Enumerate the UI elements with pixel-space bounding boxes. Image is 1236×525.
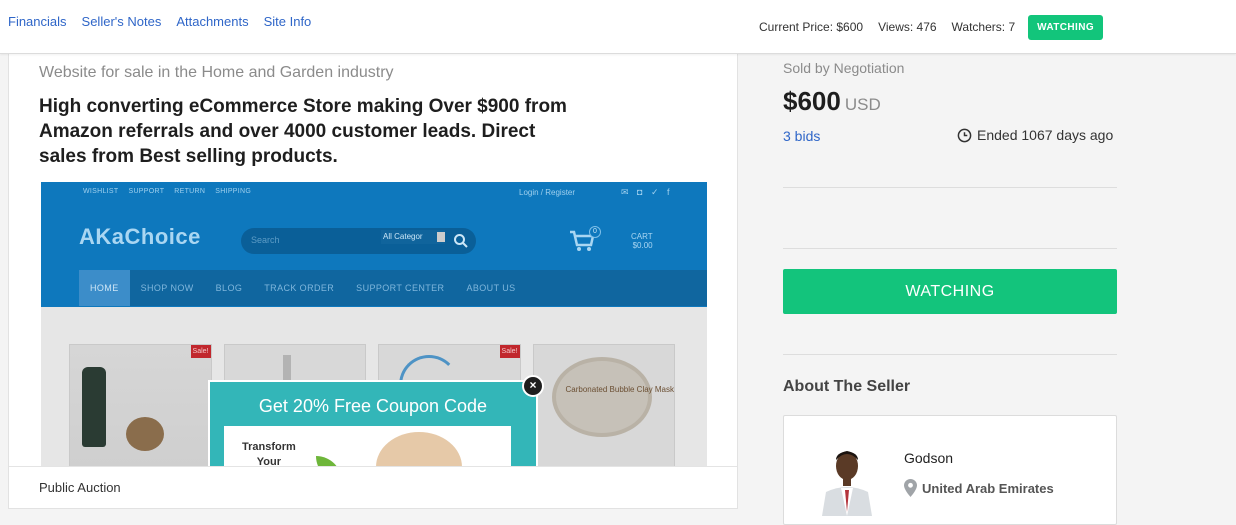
preview-menu-about: ABOUT US: [466, 283, 516, 293]
coupon-popup-text: Transform Your: [242, 441, 296, 468]
coupon-popup: Get 20% Free Coupon Code Transform Your: [208, 380, 538, 468]
divider: [783, 248, 1117, 249]
preview-product-jar: Carbonated Bubble Clay Mask: [532, 344, 675, 468]
preview-product-oil: Sale!: [69, 344, 212, 468]
seller-location-text: United Arab Emirates: [922, 480, 1054, 496]
watching-button[interactable]: WATCHING: [783, 269, 1117, 314]
preview-menu-home: HOME: [79, 270, 130, 306]
jar-label: Carbonated Bubble Clay Mask: [565, 385, 675, 394]
watchers-stat: Watchers: 7: [951, 20, 1016, 34]
tab-financials[interactable]: Financials: [8, 14, 67, 29]
tab-attachments[interactable]: Attachments: [176, 14, 248, 29]
product-bottle-image: [82, 367, 106, 447]
model-face-image: [376, 432, 462, 468]
preview-cart-label: CART: [631, 232, 653, 241]
preview-header: WISHLIST SUPPORT RETURN SHIPPING Login /…: [41, 182, 707, 307]
preview-util-wishlist: WISHLIST: [83, 188, 119, 195]
price-currency: USD: [844, 95, 881, 114]
preview-util-return: RETURN: [174, 188, 206, 195]
seller-card[interactable]: Godson United Arab Emirates: [783, 415, 1117, 525]
product-jar-image: [551, 357, 652, 437]
preview-search-bar: Search All Categor: [241, 228, 476, 254]
preview-util-shipping: SHIPPING: [215, 188, 252, 195]
sale-method: Sold by Negotiation: [783, 60, 905, 76]
listing-price: $600 USD: [783, 86, 881, 117]
card-footer: Public Auction: [9, 466, 737, 508]
tab-sellers-notes[interactable]: Seller's Notes: [82, 14, 162, 29]
section-tabs: Financials Seller's Notes Attachments Si…: [8, 14, 311, 29]
auction-type-label: Public Auction: [39, 480, 121, 495]
preview-util-links: WISHLIST SUPPORT RETURN SHIPPING: [83, 188, 251, 195]
preview-login-link: Login / Register: [519, 188, 576, 197]
industry-line: Website for sale in the Home and Garden …: [39, 64, 394, 81]
preview-logo: AKaChoice: [79, 224, 201, 249]
preview-cart-total: $0.00: [632, 241, 653, 250]
preview-cart-text: CART $0.00: [631, 232, 653, 250]
search-icon: [454, 234, 468, 248]
listing-card: Website for sale in the Home and Garden …: [8, 54, 738, 509]
listing-top-bar: Financials Seller's Notes Attachments Si…: [0, 0, 1236, 54]
preview-menu-blog: BLOG: [215, 283, 243, 293]
ended-text: Ended 1067 days ago: [977, 127, 1114, 143]
divider: [783, 187, 1117, 188]
bids-link[interactable]: 3 bids: [783, 128, 820, 144]
current-price-stat: Current Price: $600: [759, 20, 864, 34]
divider: [783, 354, 1117, 355]
views-stat: Views: 476: [878, 20, 937, 34]
seller-name[interactable]: Godson: [904, 450, 953, 466]
sale-badge: Sale!: [499, 345, 520, 358]
map-pin-icon: [904, 479, 917, 497]
preview-cart-count: 0: [589, 226, 601, 238]
preview-search-placeholder: Search: [251, 235, 280, 245]
close-icon: ×: [522, 375, 544, 397]
seller-location: United Arab Emirates: [904, 479, 1054, 497]
coupon-popup-body: Transform Your: [224, 426, 511, 468]
preview-category-select: All Categor: [381, 230, 445, 244]
product-coconut-image: [126, 417, 164, 451]
avatar: [814, 442, 880, 516]
preview-menu-track: TRACK ORDER: [264, 283, 335, 293]
preview-menu: HOME SHOP NOW BLOG TRACK ORDER SUPPORT C…: [79, 270, 707, 306]
auction-ended-status: Ended 1067 days ago: [957, 127, 1113, 143]
preview-menu-support: SUPPORT CENTER: [356, 283, 445, 293]
watching-pill-button[interactable]: WATCHING: [1028, 14, 1104, 40]
tab-site-info[interactable]: Site Info: [264, 14, 312, 29]
preview-social-icons: ✉ ◘ ✓ f: [621, 187, 673, 197]
clock-icon: [957, 128, 972, 142]
preview-util-support: SUPPORT: [128, 188, 165, 195]
website-screenshot-preview[interactable]: WISHLIST SUPPORT RETURN SHIPPING Login /…: [41, 182, 707, 468]
about-seller-heading: About The Seller: [783, 378, 911, 395]
listing-headline: High converting eCommerce Store making O…: [39, 96, 567, 167]
coupon-popup-title: Get 20% Free Coupon Code: [258, 396, 488, 416]
price-amount: $600: [783, 86, 841, 116]
sale-badge: Sale!: [190, 345, 211, 358]
listing-stats: Current Price: $600 Views: 476 Watchers:…: [759, 12, 1104, 42]
preview-menu-shop: SHOP NOW: [140, 283, 194, 293]
